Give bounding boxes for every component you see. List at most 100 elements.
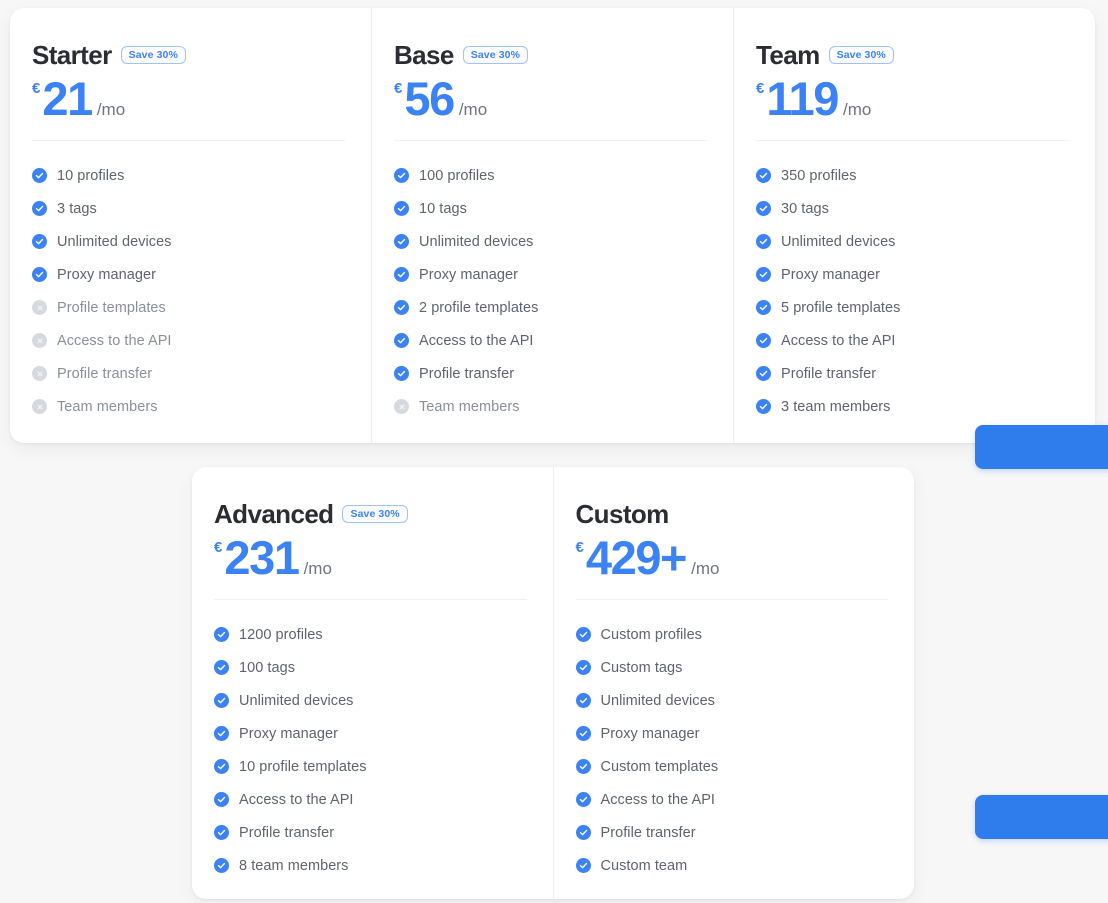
pricing-card-custom: Custom €429+/mo Custom profiles Custom tags… <box>552 467 915 899</box>
plan-header: Base Save 30% <box>394 42 707 68</box>
feature-item: 2 profile templates <box>394 291 707 324</box>
feature-label: Access to the API <box>239 791 354 808</box>
check-circle-icon <box>756 201 771 217</box>
feature-item: 350 profiles <box>756 159 1069 192</box>
cross-circle-icon <box>32 300 47 316</box>
check-circle-icon <box>214 726 229 742</box>
select-plan-button-custom-clipped[interactable] <box>975 795 1108 839</box>
feature-item: 10 profile templates <box>214 750 527 783</box>
feature-label: Unlimited devices <box>600 692 715 709</box>
feature-label: 8 team members <box>239 857 349 874</box>
pricing-row-top: Starter Save 30% €21/mo 10 profiles 3 tags Un… <box>10 8 1095 443</box>
check-circle-icon <box>214 660 229 676</box>
price-row: €56/mo <box>394 72 707 125</box>
feature-label: Profile transfer <box>600 824 696 841</box>
feature-label: Team members <box>419 398 520 415</box>
feature-item: 100 tags <box>214 651 527 684</box>
feature-item: 100 profiles <box>394 159 707 192</box>
feature-label: Proxy manager <box>239 725 338 742</box>
price-period: /mo <box>96 100 126 120</box>
feature-list: 1200 profiles 100 tags Unlimited devices Pr… <box>214 600 527 882</box>
feature-label: 350 profiles <box>781 167 857 184</box>
feature-item: Access to the API <box>756 324 1069 357</box>
pricing-page: Starter Save 30% €21/mo 10 profiles 3 tags Un… <box>0 0 1108 903</box>
check-circle-icon <box>756 300 771 316</box>
feature-label: 30 tags <box>781 200 829 217</box>
plan-name: Base <box>394 40 454 70</box>
check-circle-icon <box>756 399 771 415</box>
feature-item: 10 tags <box>394 192 707 225</box>
feature-label: 1200 profiles <box>239 626 323 643</box>
price-period: /mo <box>303 559 332 579</box>
feature-item: Custom team <box>575 849 889 882</box>
feature-label: Unlimited devices <box>57 233 172 250</box>
feature-item: Proxy manager <box>394 258 707 291</box>
feature-item: 1200 profiles <box>214 618 527 651</box>
feature-list: 350 profiles 30 tags Unlimited devices Prox… <box>756 141 1069 423</box>
check-circle-icon <box>214 759 229 775</box>
feature-item: 3 tags <box>32 192 345 225</box>
feature-list: 10 profiles 3 tags Unlimited devices Proxy … <box>32 141 345 423</box>
price-amount: 21 <box>42 72 93 125</box>
feature-label: 10 profile templates <box>239 758 367 775</box>
feature-label: 3 team members <box>781 398 891 415</box>
check-circle-icon <box>214 627 229 643</box>
feature-item: Custom tags <box>575 651 889 684</box>
feature-item: 30 tags <box>756 192 1069 225</box>
check-circle-icon <box>32 234 47 250</box>
feature-item: 3 team members <box>756 390 1069 423</box>
check-circle-icon <box>575 759 591 775</box>
feature-label: Profile transfer <box>781 365 877 382</box>
cross-circle-icon <box>32 366 47 382</box>
feature-item: Profile transfer <box>214 816 527 849</box>
check-circle-icon <box>394 333 409 349</box>
feature-label: Unlimited devices <box>781 233 896 250</box>
save-badge: Save 30% <box>828 45 894 65</box>
feature-item: Custom profiles <box>575 618 889 651</box>
feature-item: Profile transfer <box>756 357 1069 390</box>
price-period: /mo <box>842 100 872 120</box>
feature-label: 2 profile templates <box>419 299 539 316</box>
cross-circle-icon <box>32 399 47 415</box>
pricing-card-starter: Starter Save 30% €21/mo 10 profiles 3 tags Un… <box>10 8 371 443</box>
currency-symbol: € <box>394 80 403 98</box>
price-amount: 56 <box>404 72 455 125</box>
pricing-card-base: Base Save 30% €56/mo 100 profiles 10 tags Unl… <box>371 8 733 443</box>
check-circle-icon <box>394 366 409 382</box>
currency-symbol: € <box>214 539 223 557</box>
check-circle-icon <box>575 693 591 709</box>
feature-label: Team members <box>57 398 158 415</box>
price-amount: 231 <box>224 531 300 584</box>
feature-label: 10 tags <box>419 200 467 217</box>
currency-symbol: € <box>32 80 41 98</box>
plan-name: Starter <box>32 40 112 70</box>
check-circle-icon <box>575 825 591 841</box>
plan-name: Team <box>756 40 820 70</box>
currency-symbol: € <box>575 539 584 557</box>
price-row: €119/mo <box>756 72 1069 125</box>
feature-label: 3 tags <box>57 200 97 217</box>
pricing-row-bottom: Advanced Save 30% €231/mo 1200 profiles 100 … <box>192 467 914 899</box>
select-plan-button-team-clipped[interactable] <box>975 425 1108 469</box>
check-circle-icon <box>214 825 229 841</box>
plan-header: Starter Save 30% <box>32 42 345 68</box>
check-circle-icon <box>575 660 591 676</box>
cross-circle-icon <box>32 333 47 349</box>
feature-item: Access to the API <box>575 783 889 816</box>
feature-item: Unlimited devices <box>756 225 1069 258</box>
plan-name: Advanced <box>214 499 334 529</box>
check-circle-icon <box>575 726 591 742</box>
currency-symbol: € <box>756 80 765 98</box>
feature-label: Unlimited devices <box>419 233 534 250</box>
plan-name: Custom <box>575 499 670 529</box>
check-circle-icon <box>394 267 409 283</box>
price-amount: 119 <box>766 72 839 125</box>
check-circle-icon <box>575 858 591 874</box>
save-badge: Save 30% <box>342 504 408 524</box>
feature-list: Custom profiles Custom tags Unlimited devi… <box>575 600 889 882</box>
save-badge: Save 30% <box>462 45 529 65</box>
feature-item: 5 profile templates <box>756 291 1069 324</box>
check-circle-icon <box>214 792 229 808</box>
feature-item: Unlimited devices <box>214 684 527 717</box>
feature-label: Custom profiles <box>600 626 702 643</box>
